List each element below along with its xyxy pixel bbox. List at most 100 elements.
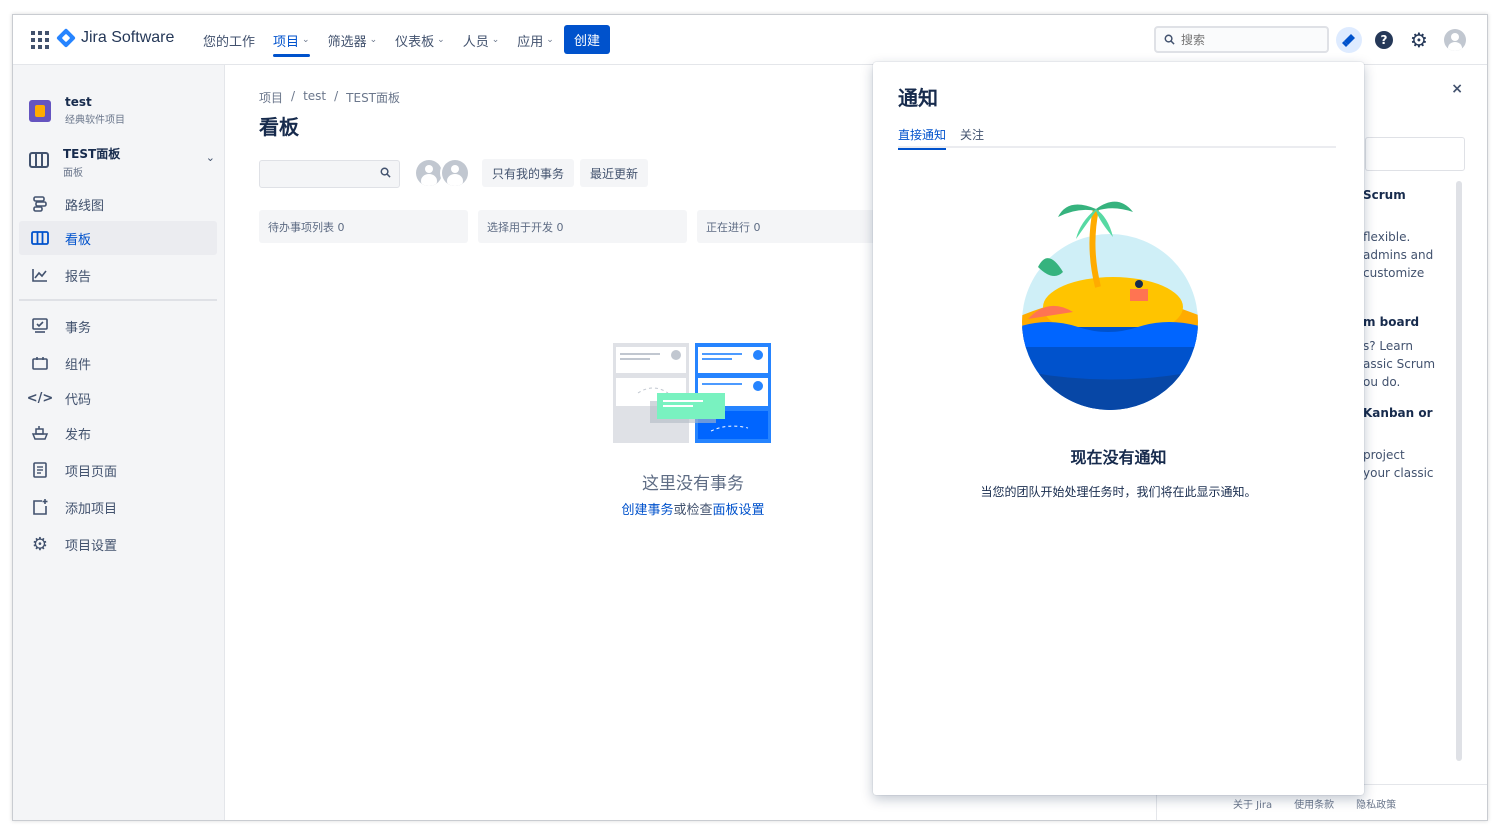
panel-text[interactable]: m board xyxy=(1363,315,1419,329)
nav-label: 筛选器 xyxy=(327,34,367,50)
page-title: 看板 xyxy=(259,115,299,139)
panel-text: ou do. xyxy=(1363,375,1401,389)
sidebar-item-label: 事务 xyxy=(65,320,92,336)
board-settings-link[interactable]: 面板设置 xyxy=(713,503,765,518)
nav-dashboards[interactable]: 仪表板 ⌄ xyxy=(395,15,445,65)
column-header-backlog: 待办事项列表 0 xyxy=(259,210,468,243)
settings-button[interactable]: ⚙ xyxy=(1406,27,1432,53)
breadcrumb-project[interactable]: test xyxy=(303,89,326,106)
panel-search-input[interactable] xyxy=(1365,137,1465,171)
chevron-down-icon: ⌄ xyxy=(302,35,310,45)
nav-label: 应用 xyxy=(517,34,544,50)
nav-people[interactable]: 人员 ⌄ xyxy=(463,15,500,65)
reports-icon xyxy=(31,266,49,284)
sidebar-item-label: 发布 xyxy=(65,427,92,443)
nav-label: 人员 xyxy=(462,34,489,50)
about-jira-link[interactable]: 关于 Jira xyxy=(1233,796,1272,811)
board-search-input[interactable] xyxy=(259,160,400,188)
nav-filters[interactable]: 筛选器 ⌄ xyxy=(328,15,378,65)
jira-logo[interactable]: Jira Software xyxy=(56,28,174,48)
project-sidebar: test 经典软件项目 TEST面板 面板 ⌄ 路线图 看板 报告 事务 组件 … xyxy=(13,65,225,820)
sidebar-item-releases[interactable]: 发布 xyxy=(19,416,217,450)
island-illustration xyxy=(1022,201,1198,410)
chevron-down-icon: ⌄ xyxy=(369,35,378,45)
profile-button[interactable] xyxy=(1442,27,1468,53)
sidebar-item-reports[interactable]: 报告 xyxy=(19,258,217,292)
sidebar-item-label: 组件 xyxy=(65,357,92,373)
panel-text: admins and xyxy=(1363,248,1434,262)
code-icon: </> xyxy=(26,390,54,406)
roadmap-icon xyxy=(31,195,49,213)
sidebar-item-label: 添加项目 xyxy=(65,501,118,517)
add-item-icon xyxy=(31,498,49,516)
board-name: TEST面板 xyxy=(63,147,121,161)
create-issue-link[interactable]: 创建事务 xyxy=(621,503,673,518)
only-my-issues-filter[interactable]: 只有我的事务 xyxy=(482,159,575,187)
notifications-title: 通知 xyxy=(898,86,938,110)
panel-text: Scrum xyxy=(1363,188,1406,202)
search-input[interactable] xyxy=(1181,32,1311,47)
no-notifications-subtitle: 当您的团队开始处理任务时，我们将在此显示通知。 xyxy=(980,485,1257,499)
nav-apps[interactable]: 应用 ⌄ xyxy=(517,15,554,65)
board-selector[interactable]: TEST面板 面板 ⌄ xyxy=(29,145,215,179)
empty-state-title: 这里没有事务 xyxy=(642,474,744,494)
breadcrumb: 项目 / test / TEST面板 xyxy=(259,89,408,106)
top-navigation: Jira Software 您的工作 项目 ⌄ 筛选器 ⌄ 仪表板 ⌄ 人员 ⌄ 应用 ⌄… xyxy=(13,15,1487,65)
help-button[interactable]: ? xyxy=(1371,27,1397,53)
project-avatar-icon xyxy=(29,99,51,122)
sidebar-item-project-settings[interactable]: ⚙ 项目设置 xyxy=(19,527,217,561)
panel-text: assic Scrum xyxy=(1363,357,1436,371)
project-header[interactable]: test 经典软件项目 xyxy=(29,95,125,126)
breadcrumb-projects[interactable]: 项目 xyxy=(259,89,283,106)
sidebar-divider xyxy=(19,299,217,301)
tab-direct[interactable]: 直接通知 xyxy=(898,126,947,150)
nav-label: 仪表板 xyxy=(395,34,435,50)
sidebar-item-components[interactable]: 组件 xyxy=(19,346,217,380)
sidebar-item-label: 代码 xyxy=(65,392,92,408)
sidebar-item-board[interactable]: 看板 xyxy=(19,221,217,255)
user-avatar[interactable] xyxy=(440,158,470,188)
recently-updated-filter[interactable]: 最近更新 xyxy=(580,159,649,187)
terms-link[interactable]: 使用条款 xyxy=(1294,796,1334,811)
panel-text[interactable]: Kanban or xyxy=(1363,406,1433,420)
panel-scrollbar[interactable] xyxy=(1456,181,1462,761)
privacy-link[interactable]: 隐私政策 xyxy=(1356,796,1396,811)
nav-projects[interactable]: 项目 ⌄ xyxy=(273,15,310,65)
empty-board-illustration xyxy=(613,343,771,443)
sidebar-item-label: 项目页面 xyxy=(65,464,118,480)
chevron-down-icon: ⌄ xyxy=(437,35,445,45)
nav-your-work[interactable]: 您的工作 xyxy=(203,15,255,65)
panel-text: your classic xyxy=(1363,466,1434,480)
notifications-tabs: 直接通知 关注 xyxy=(898,126,1336,150)
issues-icon xyxy=(31,317,49,335)
empty-state-subtitle: 创建事务或检查面板设置 xyxy=(568,499,818,518)
notifications-button[interactable] xyxy=(1336,27,1362,53)
panel-text: s? Learn xyxy=(1363,339,1413,353)
chevron-down-icon: ⌄ xyxy=(491,35,500,45)
sidebar-item-label: 项目设置 xyxy=(65,538,118,554)
close-icon[interactable]: × xyxy=(1451,81,1463,97)
sidebar-item-roadmap[interactable]: 路线图 xyxy=(19,187,217,221)
panel-text: customize xyxy=(1363,266,1425,280)
nav-label: 项目 xyxy=(273,34,300,50)
search-icon xyxy=(1164,34,1175,45)
sidebar-item-add-item[interactable]: 添加项目 xyxy=(19,490,217,524)
search-box[interactable] xyxy=(1154,26,1329,53)
breadcrumb-board[interactable]: TEST面板 xyxy=(346,89,400,106)
panel-text: project xyxy=(1363,448,1405,462)
app-switcher-icon[interactable] xyxy=(31,31,49,49)
jira-logo-icon xyxy=(56,28,76,48)
project-type: 经典软件项目 xyxy=(65,115,125,126)
column-header-selected: 选择用于开发 0 xyxy=(478,210,687,243)
gear-icon: ⚙ xyxy=(1410,28,1428,52)
project-name: test xyxy=(65,95,92,109)
app-window: Jira Software 您的工作 项目 ⌄ 筛选器 ⌄ 仪表板 ⌄ 人员 ⌄ 应用 ⌄… xyxy=(12,14,1488,821)
board-icon xyxy=(29,152,51,172)
create-button[interactable]: 创建 xyxy=(564,25,610,54)
release-icon xyxy=(31,424,49,442)
sidebar-item-issues[interactable]: 事务 xyxy=(19,309,217,343)
sidebar-item-code[interactable]: </> 代码 xyxy=(19,381,217,415)
sidebar-item-project-pages[interactable]: 项目页面 xyxy=(19,453,217,487)
no-notifications-title: 现在没有通知 xyxy=(1070,448,1167,467)
tab-watching[interactable]: 关注 xyxy=(960,126,984,148)
